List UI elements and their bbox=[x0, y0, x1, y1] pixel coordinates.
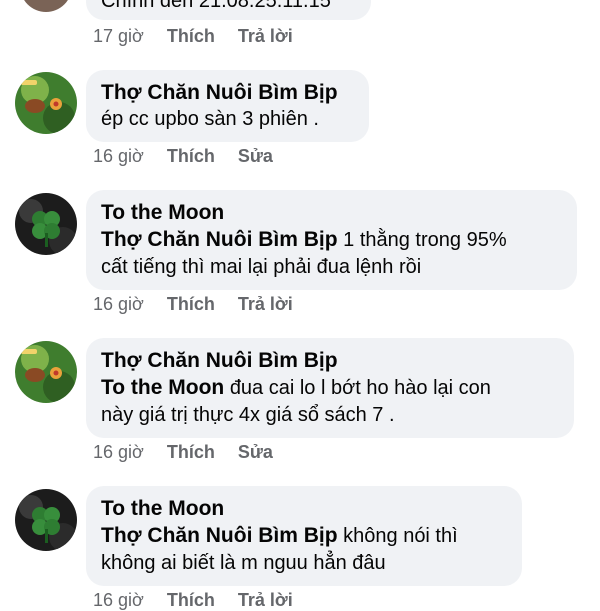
comment-time[interactable]: 16 giờ bbox=[93, 590, 144, 610]
comment-bubble: Thợ Chăn Nuôi Bìm Bịp To the Moon đua ca… bbox=[86, 338, 574, 438]
like-button[interactable]: Thích bbox=[167, 294, 215, 314]
comment-time[interactable]: 16 giờ bbox=[93, 442, 144, 462]
comment-bubble: To the Moon Thợ Chăn Nuôi Bìm Bịp 1 thằn… bbox=[86, 190, 577, 290]
comment-author[interactable]: Thợ Chăn Nuôi Bìm Bịp bbox=[101, 347, 556, 374]
comment-text: cất tiếng thì mai lại phải đua lệnh rồi bbox=[101, 256, 422, 278]
comment-time[interactable]: 16 giờ bbox=[93, 146, 144, 166]
comment-thread: Chính đến 21.08.25.11.15 17 giờ Thích Tr… bbox=[0, 0, 600, 610]
comment-bubble: Chính đến 21.08.25.11.15 bbox=[86, 0, 371, 20]
mention-link[interactable]: Thợ Chăn Nuôi Bìm Bịp bbox=[101, 524, 338, 547]
comment-time[interactable]: 16 giờ bbox=[93, 294, 144, 314]
edit-button[interactable]: Sửa bbox=[238, 442, 273, 462]
comment-text: đua cai lo l bớt ho hào lại con bbox=[229, 377, 491, 399]
like-button[interactable]: Thích bbox=[167, 590, 215, 610]
avatar[interactable] bbox=[20, 0, 72, 12]
reply-button[interactable]: Trả lời bbox=[238, 294, 293, 314]
comment-text: ép cc upbo sàn 3 phiên . bbox=[101, 108, 319, 130]
bird-garden-avatar-icon[interactable] bbox=[15, 72, 77, 134]
bird-garden-avatar-icon[interactable] bbox=[15, 341, 77, 403]
comment-text: không ai biết là m nguu hẳn đâu bbox=[101, 552, 386, 574]
like-button[interactable]: Thích bbox=[167, 442, 215, 462]
mention-link[interactable]: To the Moon bbox=[101, 376, 224, 399]
comment-actions: 16 giờ Thích Sửa bbox=[93, 146, 291, 167]
comment-actions: 16 giờ Thích Trả lời bbox=[93, 294, 311, 315]
like-button[interactable]: Thích bbox=[167, 146, 215, 166]
comment-author[interactable]: To the Moon bbox=[101, 495, 504, 522]
comment-bubble: Thợ Chăn Nuôi Bìm Bịp ép cc upbo sàn 3 p… bbox=[86, 70, 369, 142]
comment-author[interactable]: To the Moon bbox=[101, 199, 559, 226]
comment-actions: 17 giờ Thích Trả lời bbox=[93, 26, 311, 47]
comment-text: Chính đến 21.08.25.11.15 bbox=[101, 0, 331, 12]
like-button[interactable]: Thích bbox=[167, 26, 215, 46]
comment-text: không nói thì bbox=[343, 525, 458, 547]
comment-text: này giá trị thực 4x giá sổ sách 7 . bbox=[101, 404, 395, 426]
mention-link[interactable]: Thợ Chăn Nuôi Bìm Bịp bbox=[101, 228, 338, 251]
comment-actions: 16 giờ Thích Trả lời bbox=[93, 590, 311, 611]
comment-text: 1 thằng trong 95% bbox=[343, 229, 507, 251]
reply-button[interactable]: Trả lời bbox=[238, 590, 293, 610]
comment-author[interactable]: Thợ Chăn Nuôi Bìm Bịp bbox=[101, 79, 351, 106]
comment-bubble: To the Moon Thợ Chăn Nuôi Bìm Bịp không … bbox=[86, 486, 522, 586]
four-leaf-clover-avatar-icon[interactable] bbox=[15, 193, 77, 255]
comment-time[interactable]: 17 giờ bbox=[93, 26, 144, 46]
reply-button[interactable]: Trả lời bbox=[238, 26, 293, 46]
four-leaf-clover-avatar-icon[interactable] bbox=[15, 489, 77, 551]
comment-actions: 16 giờ Thích Sửa bbox=[93, 442, 291, 463]
edit-button[interactable]: Sửa bbox=[238, 146, 273, 166]
